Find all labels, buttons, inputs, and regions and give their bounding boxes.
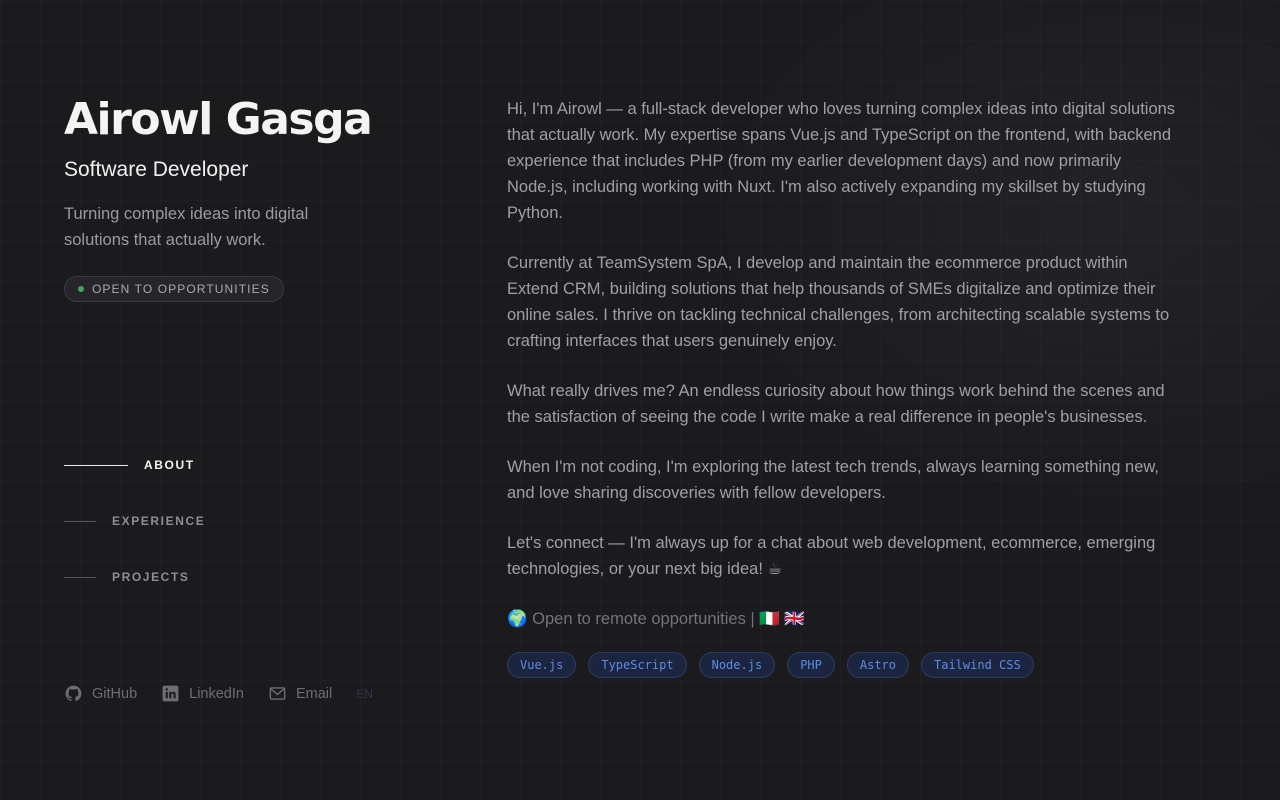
profile-name: Airowl Gasga [64, 94, 373, 145]
linkedin-link[interactable]: LinkedIn [161, 684, 244, 703]
nav-indicator-line [64, 576, 96, 578]
mail-icon [269, 687, 286, 700]
github-icon [65, 685, 82, 702]
linkedin-icon [162, 685, 179, 702]
nav-item-label: EXPERIENCE [112, 514, 206, 528]
social-links: GitHub LinkedIn Email EN [64, 684, 373, 703]
github-label: GitHub [92, 685, 138, 702]
nav-item-experience[interactable]: EXPERIENCE [64, 514, 205, 528]
about-paragraph: Hi, I'm Airowl — a full-stack developer … [507, 100, 1176, 222]
about-paragraph: Let's connect — I'm always up for a chat… [507, 534, 1156, 578]
linkedin-label: LinkedIn [189, 685, 244, 702]
tech-tag: Vue.js [507, 652, 577, 678]
profile-tagline: Turning complex ideas into digital solut… [64, 205, 309, 249]
profile-sidebar: Airowl Gasga Software Developer Turning … [64, 0, 424, 800]
remote-availability: 🌍 Open to remote opportunities | 🇮🇹 🇬🇧 [507, 610, 805, 628]
about-paragraph: What really drives me? An endless curios… [507, 382, 1165, 426]
about-paragraph: When I'm not coding, I'm exploring the l… [507, 458, 1159, 502]
status-badge-label: OPEN TO OPPORTUNITIES [92, 282, 270, 296]
email-link[interactable]: Email [268, 684, 332, 703]
about-paragraph: Currently at TeamSystem SpA, I develop a… [507, 254, 1170, 350]
tech-tag: PHP [787, 652, 835, 678]
tech-tag: Astro [846, 652, 909, 678]
tech-tag: Tailwind CSS [921, 652, 1034, 678]
nav-item-label: ABOUT [144, 458, 195, 472]
status-dot-icon [78, 286, 84, 292]
tech-tag: Node.js [698, 652, 776, 678]
profile-role: Software Developer [64, 158, 249, 181]
email-label: Email [295, 685, 333, 702]
language-switcher[interactable]: EN [356, 687, 373, 701]
nav-item-about[interactable]: ABOUT [64, 458, 195, 472]
nav-indicator-line [64, 464, 128, 466]
tech-tag: TypeScript [588, 652, 687, 678]
nav-item-projects[interactable]: PROJECTS [64, 570, 189, 584]
status-badge: OPEN TO OPPORTUNITIES [64, 276, 284, 302]
github-link[interactable]: GitHub [64, 684, 137, 703]
nav-item-label: PROJECTS [112, 570, 190, 584]
tech-tags: Vue.js TypeScript Node.js PHP Astro Tail… [507, 652, 1179, 678]
about-section: Hi, I'm Airowl — a full-stack developer … [507, 96, 1179, 678]
nav-indicator-line [64, 520, 96, 522]
